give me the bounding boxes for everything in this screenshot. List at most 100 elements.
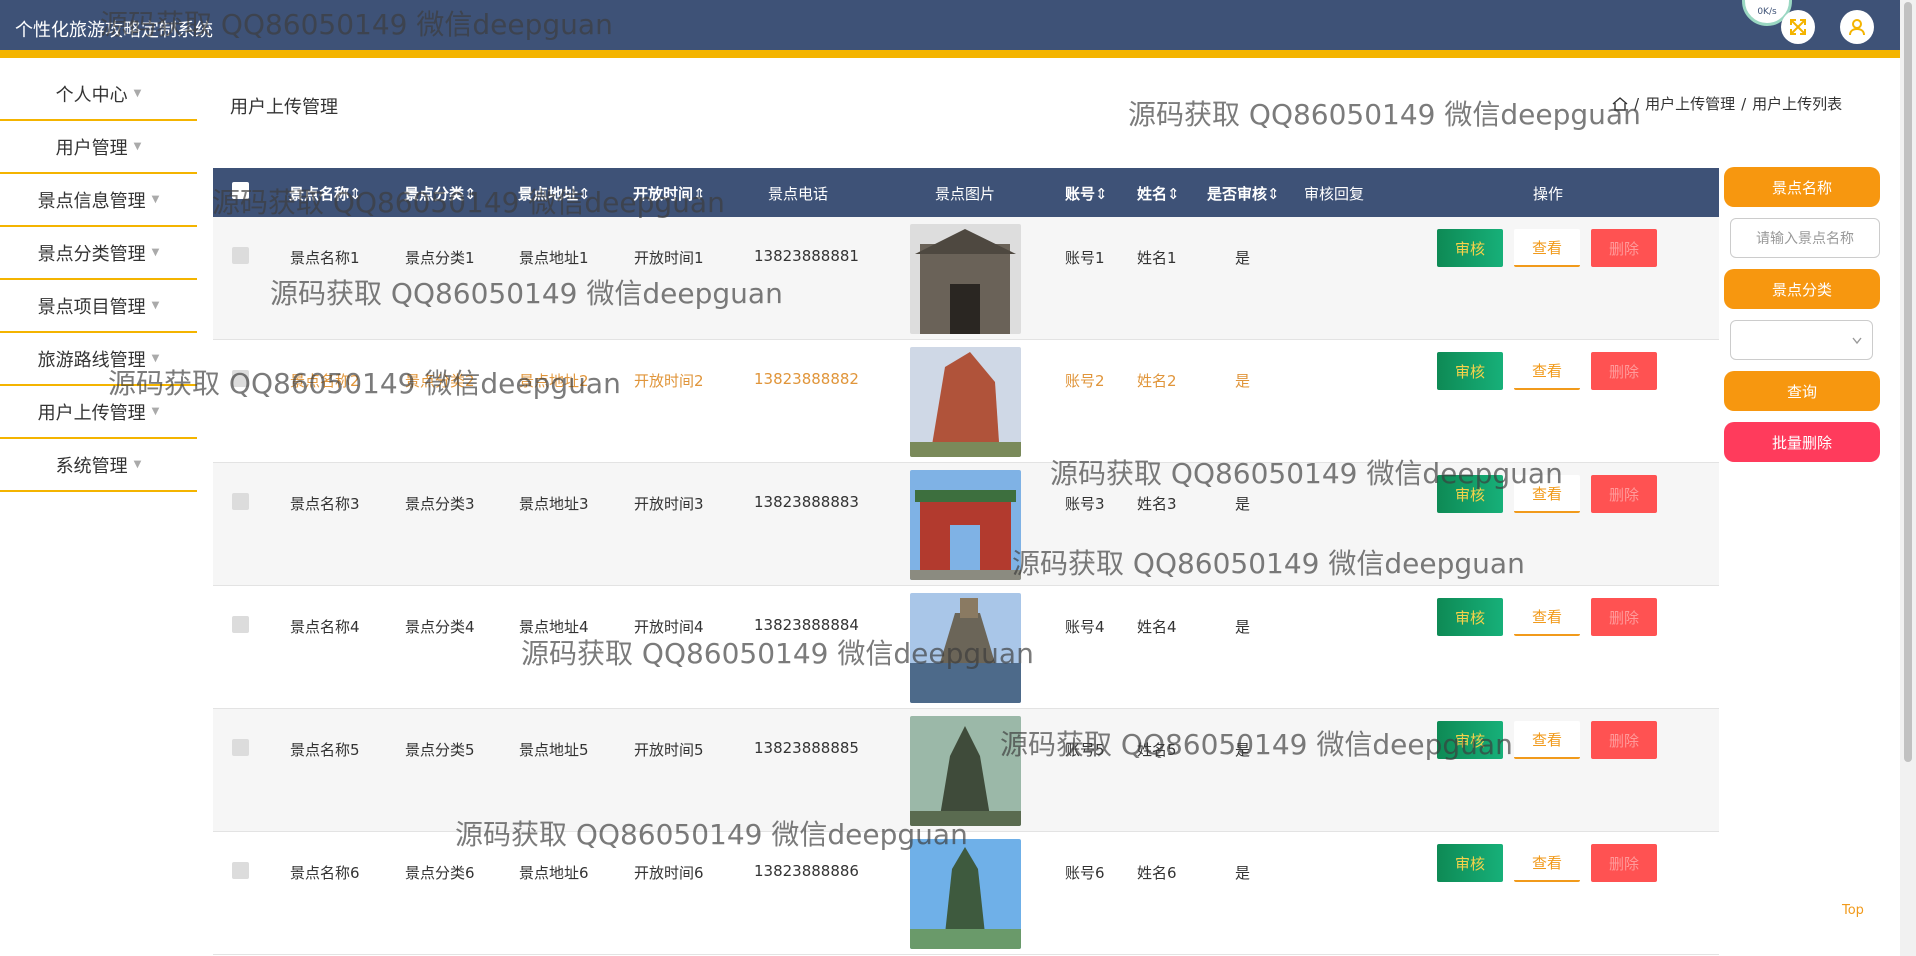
- sidebar-item-spot-info[interactable]: 景点信息管理 ▼: [0, 174, 197, 227]
- sidebar-item-label: 旅游路线管理: [37, 349, 146, 371]
- cell-phone: 13823888885: [754, 739, 859, 757]
- cell-username: 姓名5: [1137, 741, 1177, 759]
- cell-hours: 开放时间1: [634, 249, 704, 267]
- delete-button[interactable]: 删除: [1591, 352, 1657, 390]
- back-to-top-link[interactable]: Top: [1842, 903, 1864, 918]
- cell-hours: 开放时间2: [634, 372, 704, 390]
- sidebar-item-routes[interactable]: 旅游路线管理 ▼: [0, 333, 197, 386]
- page-scrollbar[interactable]: [1900, 0, 1916, 956]
- audit-button[interactable]: 审核: [1437, 475, 1503, 513]
- sidebar-item-label: 系统管理: [55, 455, 128, 477]
- col-header-reviewed[interactable]: 是否审核⇕: [1207, 183, 1280, 204]
- col-header-category[interactable]: 景点分类⇕: [404, 183, 477, 204]
- table-row: 景点名称3 景点分类3 景点地址3 开放时间3 13823888883 账号3 …: [213, 463, 1719, 586]
- caret-down-icon: ▼: [151, 353, 160, 364]
- table-row: 景点名称2 景点分类2 景点地址2 开放时间2 13823888882 账号2 …: [213, 340, 1719, 463]
- scrollbar-thumb[interactable]: [1904, 2, 1912, 762]
- col-header-address[interactable]: 景点地址⇕: [518, 183, 591, 204]
- view-button[interactable]: 查看: [1514, 352, 1580, 390]
- cell-phone: 13823888882: [754, 370, 859, 388]
- cell-reviewed: 是: [1235, 618, 1251, 636]
- cell-account: 账号3: [1065, 495, 1105, 513]
- home-icon[interactable]: [1612, 96, 1628, 111]
- user-avatar-button[interactable]: [1840, 10, 1874, 44]
- spot-category-label: 景点分类: [1724, 269, 1880, 309]
- row-checkbox[interactable]: [232, 739, 249, 756]
- delete-button[interactable]: 删除: [1591, 721, 1657, 759]
- spot-category-select[interactable]: [1730, 320, 1873, 360]
- view-button[interactable]: 查看: [1514, 844, 1580, 882]
- watermark: 源码获取 QQ86050149 微信deepguan: [1128, 98, 1641, 131]
- batch-delete-button[interactable]: 批量删除: [1724, 422, 1880, 462]
- caret-down-icon: ▼: [133, 88, 142, 99]
- spot-name-label: 景点名称: [1724, 167, 1880, 207]
- cell-account: 账号4: [1065, 618, 1105, 636]
- col-header-account[interactable]: 账号⇕: [1065, 183, 1108, 204]
- cell-address: 景点地址3: [519, 495, 589, 513]
- row-checkbox[interactable]: [232, 493, 249, 510]
- row-checkbox[interactable]: [232, 862, 249, 879]
- view-button[interactable]: 查看: [1514, 229, 1580, 267]
- fullscreen-icon: [1790, 19, 1806, 35]
- caret-down-icon: ▼: [151, 300, 160, 311]
- select-all-checkbox[interactable]: [232, 182, 249, 199]
- cell-address: 景点地址2: [519, 372, 589, 390]
- cell-category: 景点分类5: [405, 741, 475, 759]
- view-button[interactable]: 查看: [1514, 721, 1580, 759]
- cell-account: 账号2: [1065, 372, 1105, 390]
- sidebar-item-spot-category[interactable]: 景点分类管理 ▼: [0, 227, 197, 280]
- cell-username: 姓名1: [1137, 249, 1177, 267]
- table-row: 景点名称6 景点分类6 景点地址6 开放时间6 13823888886 账号6 …: [213, 832, 1719, 955]
- cell-phone: 13823888886: [754, 862, 859, 880]
- cell-address: 景点地址6: [519, 864, 589, 882]
- sidebar-item-label: 用户上传管理: [37, 402, 146, 424]
- col-header-name[interactable]: 景点名称⇕: [289, 183, 362, 204]
- row-checkbox[interactable]: [232, 247, 249, 264]
- spot-image: [910, 224, 1021, 334]
- audit-button[interactable]: 审核: [1437, 598, 1503, 636]
- view-button[interactable]: 查看: [1514, 598, 1580, 636]
- cell-username: 姓名4: [1137, 618, 1177, 636]
- cell-address: 景点地址4: [519, 618, 589, 636]
- sidebar-item-label: 景点项目管理: [37, 296, 146, 318]
- cell-phone: 13823888884: [754, 616, 859, 634]
- cell-reviewed: 是: [1235, 249, 1251, 267]
- cell-address: 景点地址1: [519, 249, 589, 267]
- fullscreen-button[interactable]: [1781, 10, 1815, 44]
- cell-account: 账号5: [1065, 741, 1105, 759]
- audit-button[interactable]: 审核: [1437, 352, 1503, 390]
- delete-button[interactable]: 删除: [1591, 475, 1657, 513]
- delete-button[interactable]: 删除: [1591, 844, 1657, 882]
- sidebar-item-profile[interactable]: 个人中心 ▼: [0, 68, 197, 121]
- row-checkbox[interactable]: [232, 616, 249, 633]
- breadcrumb-separator: /: [1634, 94, 1640, 113]
- sidebar-item-label: 景点分类管理: [37, 243, 146, 265]
- delete-button[interactable]: 删除: [1591, 598, 1657, 636]
- view-button[interactable]: 查看: [1514, 475, 1580, 513]
- col-header-reply: 审核回复: [1304, 185, 1365, 203]
- cell-name: 景点名称4: [290, 618, 360, 636]
- cell-category: 景点分类4: [405, 618, 475, 636]
- cell-account: 账号1: [1065, 249, 1105, 267]
- cell-username: 姓名6: [1137, 864, 1177, 882]
- sidebar: 个人中心 ▼ 用户管理 ▼ 景点信息管理 ▼ 景点分类管理 ▼ 景点项目管理 ▼ 旅游路线…: [0, 68, 197, 492]
- audit-button[interactable]: 审核: [1437, 844, 1503, 882]
- sidebar-item-users[interactable]: 用户管理 ▼: [0, 121, 197, 174]
- sidebar-item-uploads[interactable]: 用户上传管理 ▼: [0, 386, 197, 439]
- col-header-hours[interactable]: 开放时间⇕: [633, 183, 706, 204]
- cell-category: 景点分类2: [405, 372, 475, 390]
- row-checkbox[interactable]: [232, 370, 249, 387]
- delete-button[interactable]: 删除: [1591, 229, 1657, 267]
- cell-name: 景点名称2: [290, 372, 360, 390]
- audit-button[interactable]: 审核: [1437, 721, 1503, 759]
- query-button[interactable]: 查询: [1724, 371, 1880, 411]
- col-header-username[interactable]: 姓名⇕: [1137, 183, 1180, 204]
- sidebar-item-system[interactable]: 系统管理 ▼: [0, 439, 197, 492]
- cell-reviewed: 是: [1235, 495, 1251, 513]
- breadcrumb: / 用户上传管理 / 用户上传列表: [1612, 93, 1842, 114]
- audit-button[interactable]: 审核: [1437, 229, 1503, 267]
- spot-name-input[interactable]: 请输入景点名称: [1730, 218, 1880, 258]
- sidebar-item-spot-project[interactable]: 景点项目管理 ▼: [0, 280, 197, 333]
- spot-image: [910, 593, 1021, 703]
- breadcrumb-level1[interactable]: 用户上传管理: [1645, 93, 1735, 114]
